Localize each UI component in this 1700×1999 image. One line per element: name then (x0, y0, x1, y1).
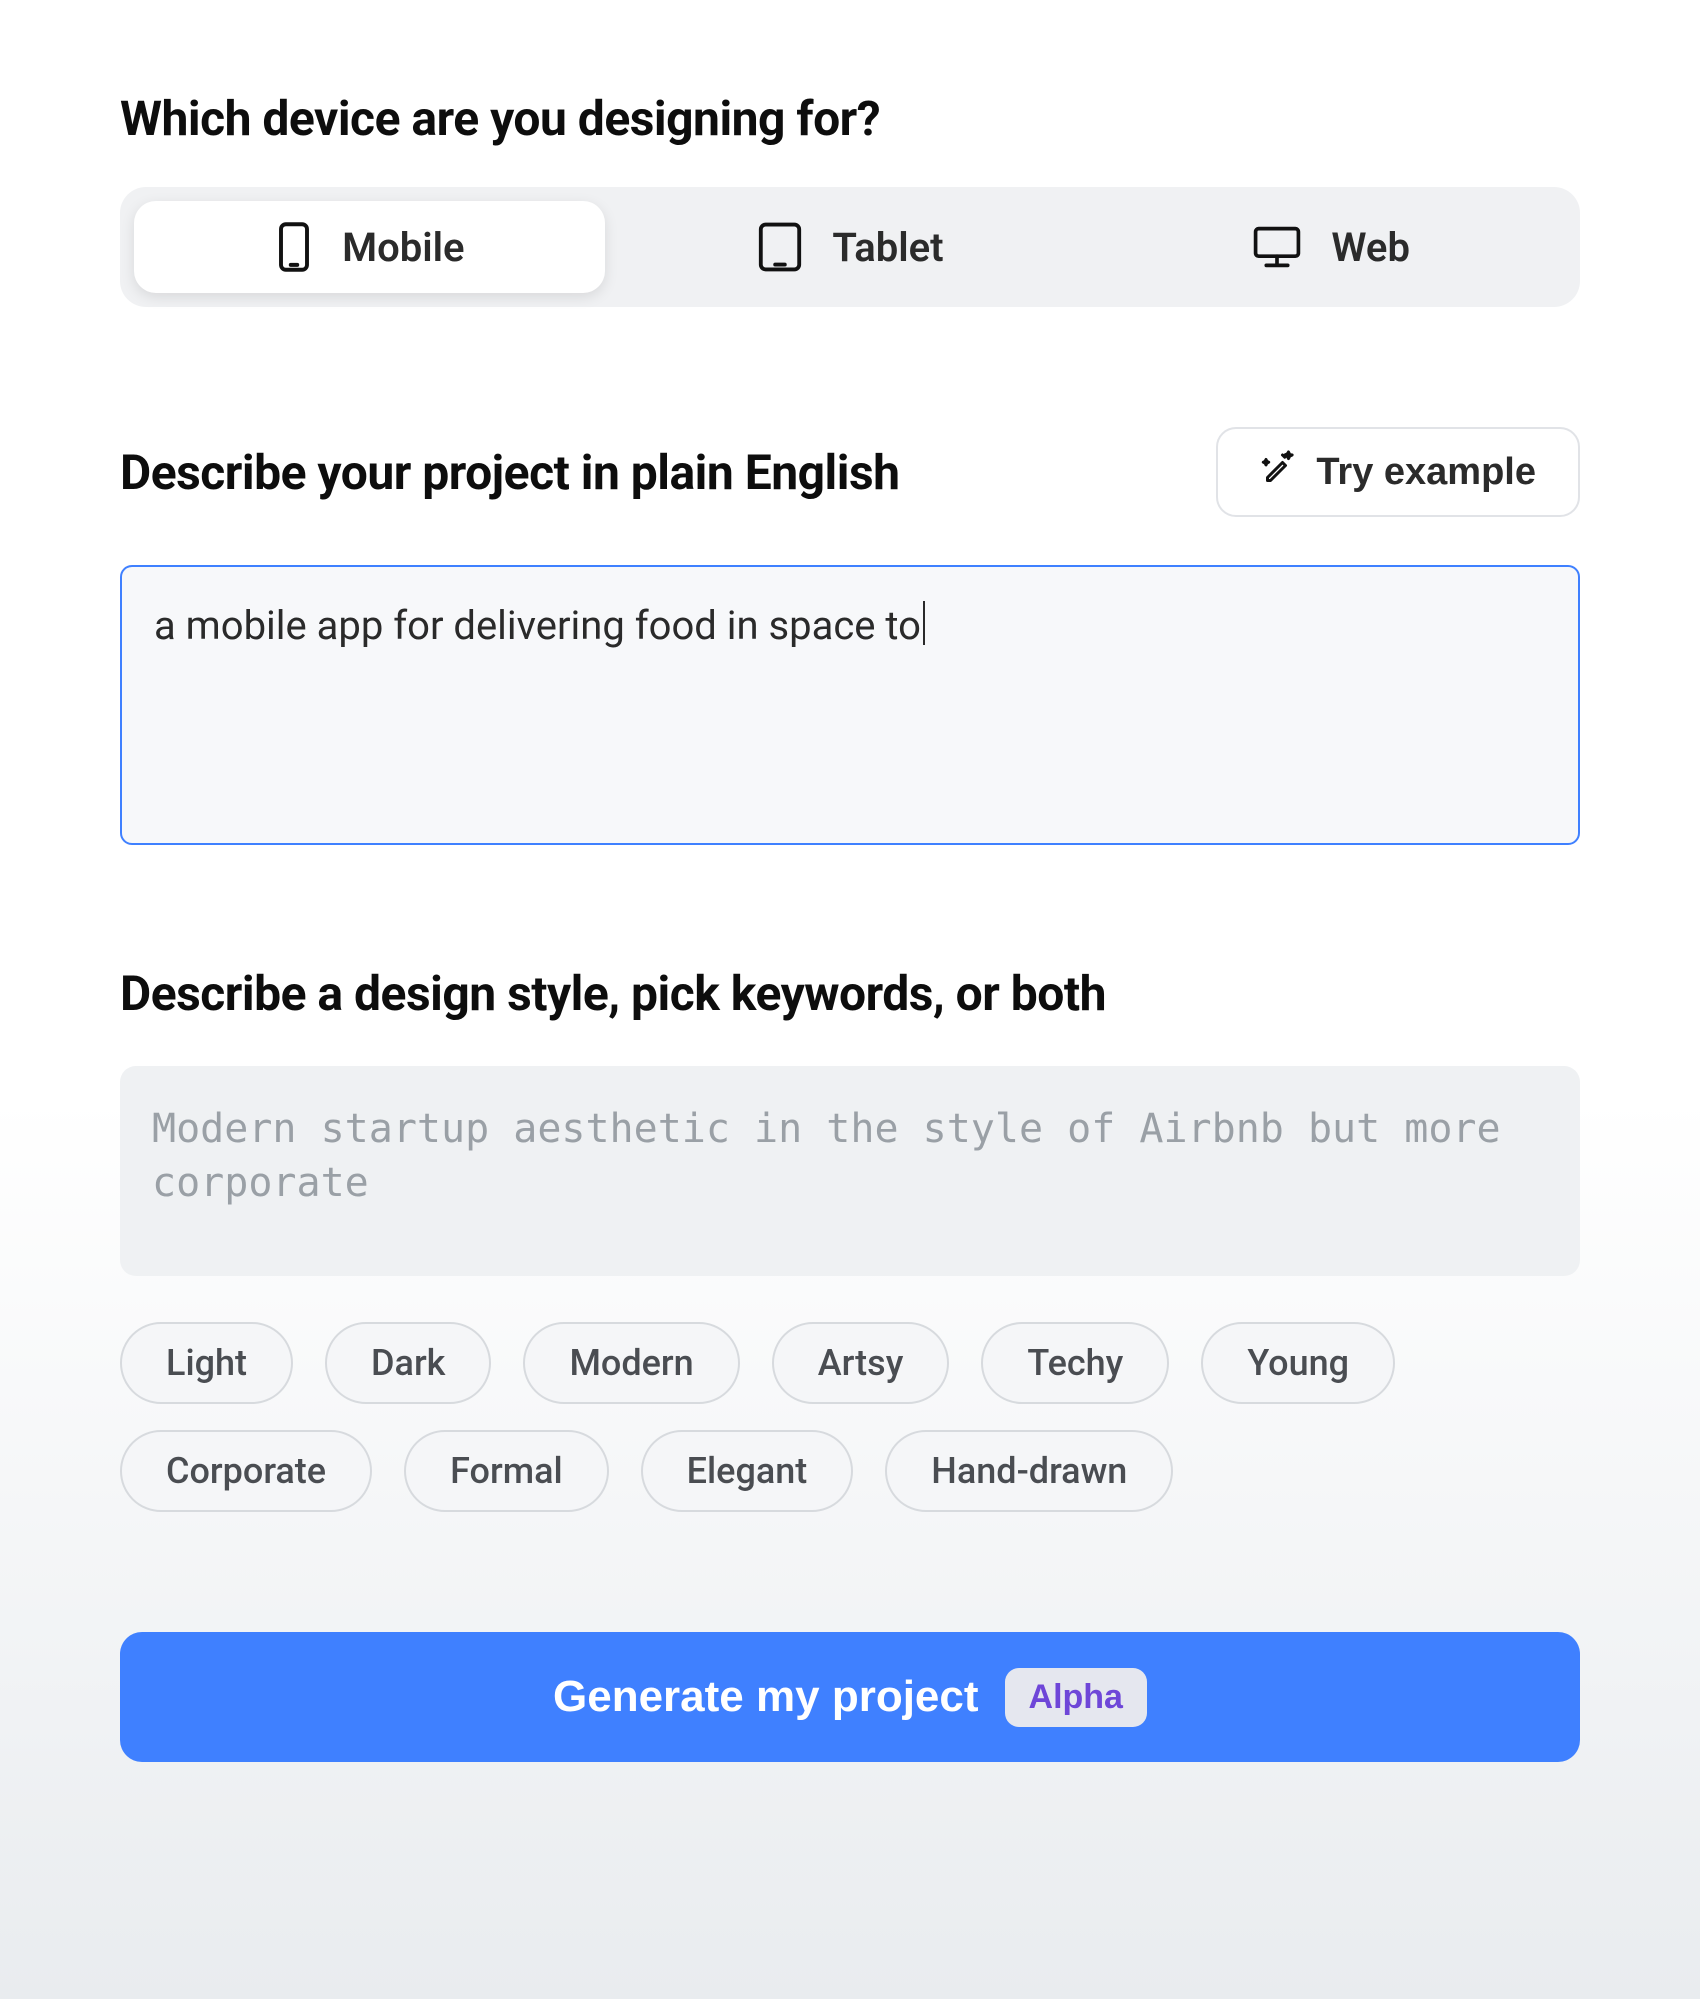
style-keyword-chips: Light Dark Modern Artsy Techy Young Corp… (120, 1322, 1580, 1512)
project-section-heading: Describe your project in plain English (120, 444, 900, 501)
device-option-tablet[interactable]: Tablet (615, 201, 1086, 293)
text-caret (923, 601, 925, 645)
style-chip-dark[interactable]: Dark (325, 1322, 491, 1404)
generate-project-label: Generate my project (553, 1672, 979, 1722)
try-example-button[interactable]: Try example (1216, 427, 1580, 517)
generate-project-button[interactable]: Generate my project Alpha (120, 1632, 1580, 1762)
device-option-label: Tablet (832, 224, 943, 271)
project-description-text: a mobile app for delivering food in spac… (154, 602, 921, 649)
style-chip-modern[interactable]: Modern (523, 1322, 739, 1404)
alpha-badge: Alpha (1005, 1668, 1147, 1727)
device-option-mobile[interactable]: Mobile (134, 201, 605, 293)
try-example-label: Try example (1316, 451, 1536, 494)
project-description-input[interactable]: a mobile app for delivering food in spac… (120, 565, 1580, 845)
style-chip-artsy[interactable]: Artsy (772, 1322, 950, 1404)
style-chip-young[interactable]: Young (1201, 1322, 1395, 1404)
style-chip-light[interactable]: Light (120, 1322, 293, 1404)
device-segmented-control: Mobile Tablet Web (120, 187, 1580, 307)
desktop-icon (1251, 223, 1303, 271)
style-chip-techy[interactable]: Techy (981, 1322, 1169, 1404)
device-option-label: Mobile (342, 224, 464, 271)
style-chip-hand-drawn[interactable]: Hand-drawn (885, 1430, 1173, 1512)
style-description-input[interactable] (120, 1066, 1580, 1276)
device-section-heading: Which device are you designing for? (120, 90, 1580, 147)
device-option-label: Web (1331, 224, 1410, 271)
style-chip-elegant[interactable]: Elegant (641, 1430, 854, 1512)
style-chip-corporate[interactable]: Corporate (120, 1430, 372, 1512)
device-option-web[interactable]: Web (1095, 201, 1566, 293)
tablet-icon (756, 221, 804, 273)
style-section-heading: Describe a design style, pick keywords, … (120, 965, 1580, 1022)
mobile-icon (274, 221, 314, 273)
magic-wand-icon (1260, 449, 1296, 495)
style-chip-formal[interactable]: Formal (404, 1430, 609, 1512)
